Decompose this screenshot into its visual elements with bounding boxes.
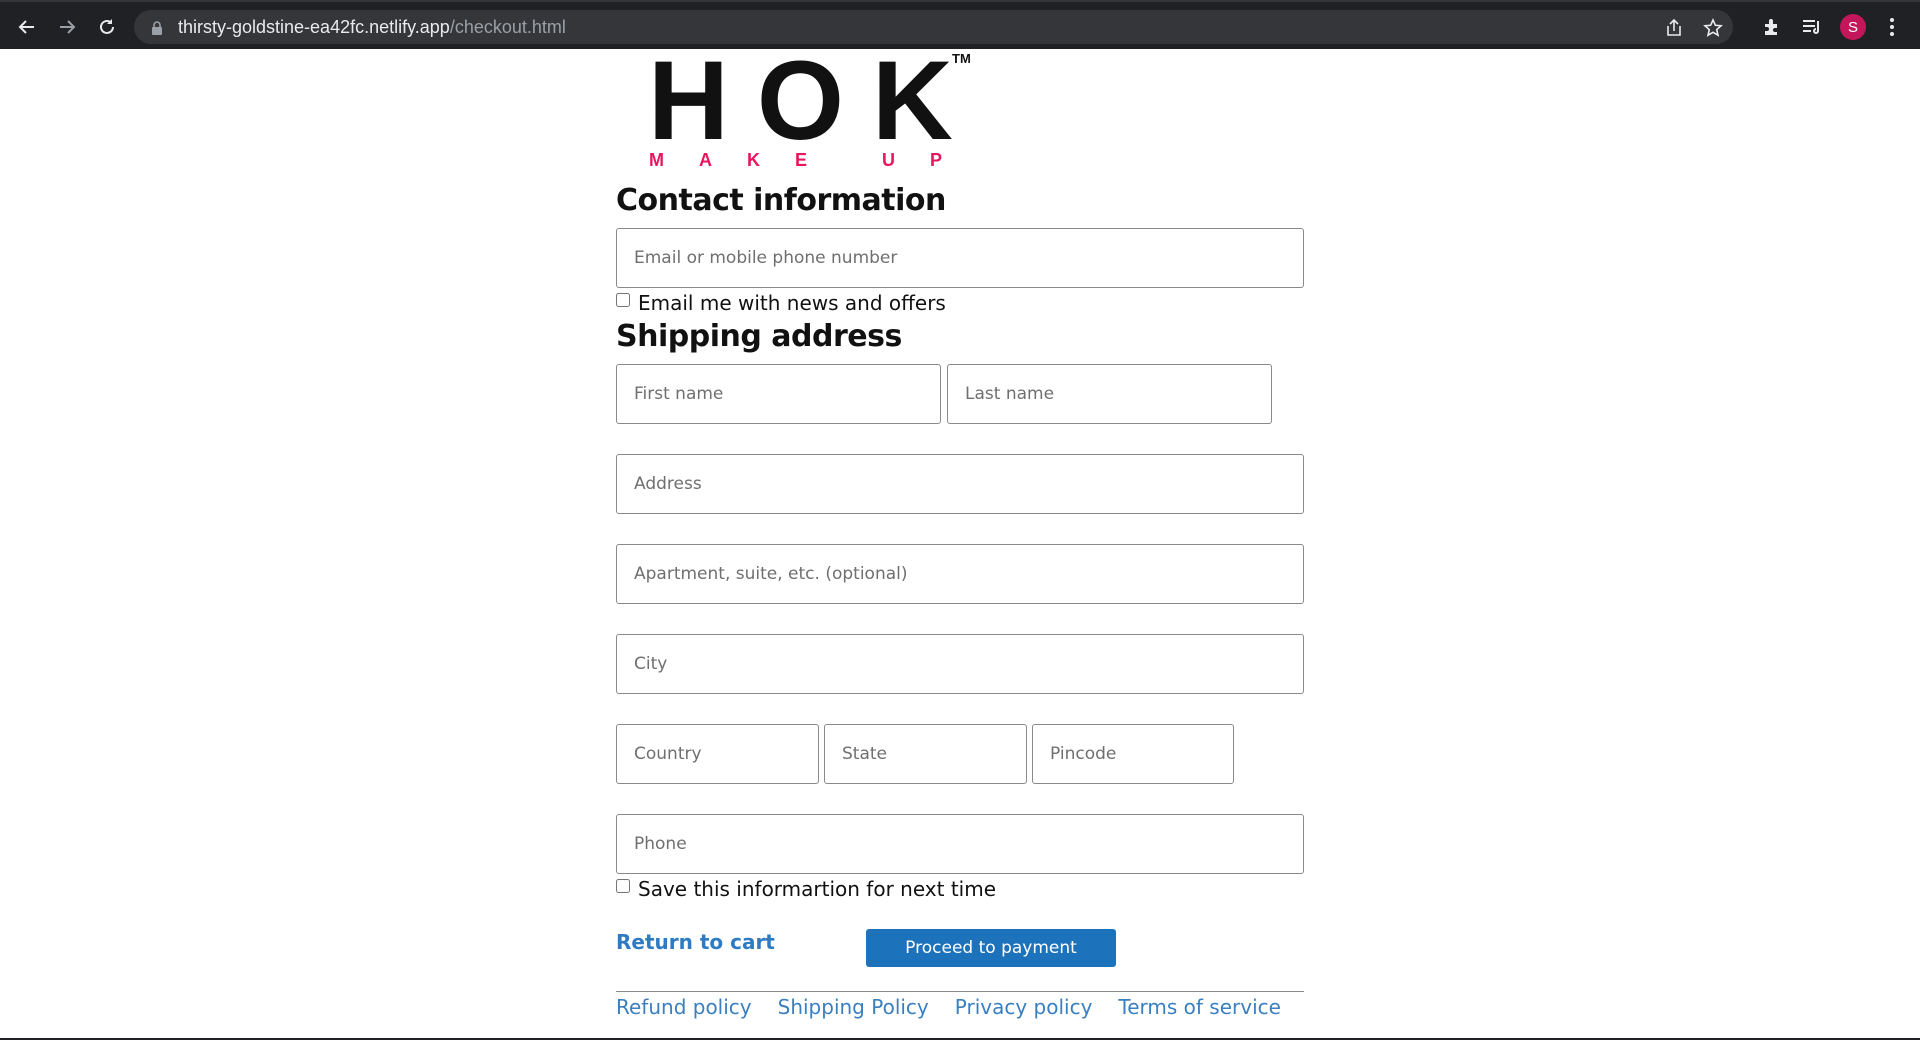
privacy-policy-link[interactable]: Privacy policy (955, 995, 1093, 1019)
terms-of-service-link[interactable]: Terms of service (1118, 995, 1281, 1019)
share-icon[interactable] (1664, 18, 1684, 38)
address-field[interactable] (616, 454, 1304, 514)
phone-field[interactable] (616, 814, 1304, 874)
extensions-icon[interactable] (1760, 15, 1784, 39)
return-to-cart-link[interactable]: Return to cart (616, 930, 775, 954)
apartment-field[interactable] (616, 544, 1304, 604)
save-info-checkbox[interactable] (616, 879, 630, 893)
url-path: /checkout.html (449, 17, 566, 37)
back-arrow-icon[interactable] (14, 14, 40, 40)
proceed-to-payment-button[interactable]: Proceed to payment (866, 929, 1116, 967)
news-checkbox-label: Email me with news and offers (638, 291, 946, 315)
shipping-policy-link[interactable]: Shipping Policy (778, 995, 929, 1019)
star-icon[interactable] (1703, 18, 1723, 38)
news-checkbox[interactable] (616, 293, 630, 307)
reading-list-icon[interactable] (1800, 15, 1824, 39)
forward-arrow-icon[interactable] (54, 14, 80, 40)
logo-trademark: TM (952, 51, 971, 66)
reload-icon[interactable] (94, 14, 120, 40)
email-field[interactable] (616, 228, 1304, 288)
pincode-field[interactable] (1032, 724, 1234, 784)
footer-links: Refund policy Shipping Policy Privacy po… (616, 995, 1281, 1019)
footer-divider (616, 991, 1304, 992)
save-info-checkbox-label: Save this informartion for next time (638, 877, 997, 901)
more-vert-icon[interactable] (1880, 15, 1904, 39)
avatar[interactable]: S (1840, 14, 1866, 40)
checkout-page: HOK TM MAKE UP Contact information Email… (0, 45, 1920, 1040)
save-info-checkbox-row[interactable]: Save this informartion for next time (616, 877, 996, 901)
state-field[interactable] (824, 724, 1027, 784)
lock-icon (151, 20, 163, 39)
contact-heading: Contact information (616, 183, 946, 218)
url-host: thirsty-goldstine-ea42fc.netlify.app (178, 17, 450, 37)
logo-main-text: HOK (648, 38, 981, 163)
last-name-field[interactable] (947, 364, 1272, 424)
refund-policy-link[interactable]: Refund policy (616, 995, 752, 1019)
news-checkbox-row[interactable]: Email me with news and offers (616, 291, 946, 315)
logo-subtitle: MAKE UP (649, 150, 978, 170)
country-field[interactable] (616, 724, 819, 784)
shipping-heading: Shipping address (616, 319, 902, 354)
first-name-field[interactable] (616, 364, 941, 424)
brand-logo: HOK TM MAKE UP (645, 45, 978, 171)
city-field[interactable] (616, 634, 1304, 694)
url-text: thirsty-goldstine-ea42fc.netlify.app/che… (178, 17, 566, 38)
